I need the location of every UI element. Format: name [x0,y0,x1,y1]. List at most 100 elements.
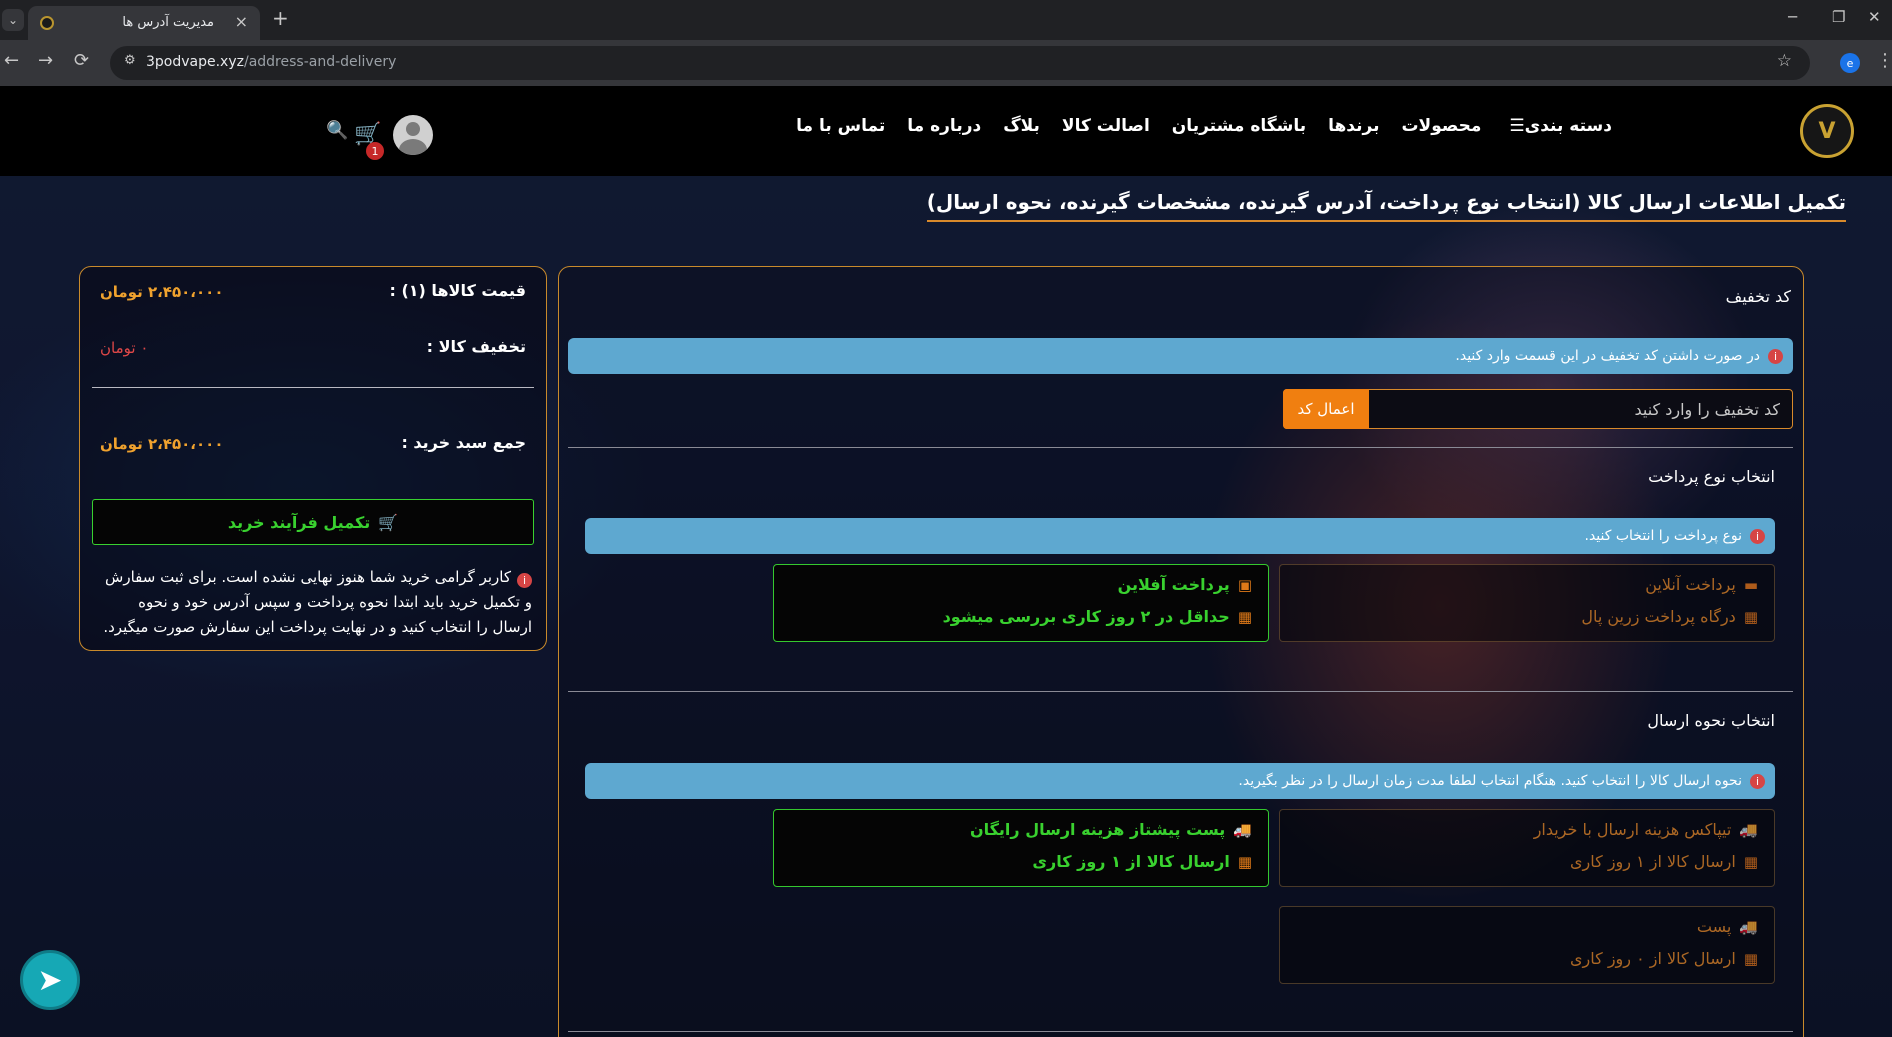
coupon-section-title: کد تخفیف [1725,287,1791,306]
browser-tab[interactable]: مدیریت آدرس ها × [28,6,260,40]
cart-icon: 🛒 [378,512,399,532]
option-subtitle: درگاه پرداخت زرین پال [1581,607,1736,626]
option-subtitle-line: ▦ درگاه پرداخت زرین پال [1581,607,1758,626]
info-icon: i [1750,528,1765,544]
shipping-alert: i نحوه ارسال کالا را انتخاب کنید. هنگام … [585,763,1775,799]
coupon-alert: i در صورت داشتن کد تخفیف در این قسمت وار… [568,338,1793,374]
extension-icon[interactable]: e [1840,53,1860,73]
shipping-option-express-post[interactable]: 🚚 پست پیشتاز هزینه ارسال رایگان ▦ ارسال … [773,809,1269,887]
truck-icon: 🚚 [1233,820,1252,839]
tab-title: مدیریت آدرس ها [122,15,214,30]
nav-item-about[interactable]: درباره ما [907,116,981,136]
url-path: /address-and-delivery [243,54,397,70]
payment-option-online[interactable]: ▬ پرداخت آنلاین ▦ درگاه پرداخت زرین پال [1279,564,1775,642]
calendar-icon: ▦ [1743,949,1758,968]
option-title: تیپاکس هزینه ارسال با خریدار [1533,820,1732,839]
truck-icon: 🚚 [1739,917,1758,936]
summary-divider [92,387,534,388]
back-button[interactable]: ← [4,50,19,71]
shipping-section-title: انتخاب نحوه ارسال [1647,711,1775,730]
option-subtitle-line: ▦ حداقل در ۲ روز کاری بررسی میشود [943,607,1252,626]
nav-item-categories[interactable]: ☰دسته بندی [1503,116,1612,136]
browser-tab-bar: ⌄ مدیریت آدرس ها × + ─ ❐ ✕ [0,0,1892,40]
option-subtitle-line: ▦ ارسال کالا از ۱ روز کاری [1570,852,1758,871]
calendar-icon: ▦ [1237,607,1252,626]
apply-coupon-button[interactable]: اعمال کد [1283,389,1369,429]
checkout-form-panel: کد تخفیف i در صورت داشتن کد تخفیف در این… [558,266,1804,1037]
order-summary-panel: قیمت کالاها (۱) : ۲،۴۵۰،۰۰۰ تومان تخفیف … [79,266,547,651]
purchase-notice: iکاربر گرامی خرید شما هنوز نهایی نشده اس… [94,565,532,640]
coupon-field-group: اعمال کد [1283,389,1793,429]
option-title: پست پیشتاز هزینه ارسال رایگان [969,820,1226,839]
option-title: پرداخت آفلاین [1117,575,1230,594]
option-subtitle: ارسال کالا از ۱ روز کاری [1032,852,1230,871]
discount-label: تخفیف کالا : [426,337,526,356]
payment-alert-text: نوع پرداخت را انتخاب کنید. [1584,528,1743,544]
option-subtitle: حداقل در ۲ روز کاری بررسی میشود [942,607,1230,626]
coupon-input[interactable] [1366,390,1792,428]
option-title: پست [1696,917,1732,936]
user-avatar[interactable] [393,115,433,155]
page-title: تکمیل اطلاعات ارسال کالا (انتخاب نوع پرد… [926,190,1846,222]
minimize-button[interactable]: ─ [1788,8,1797,26]
calendar-icon: ▦ [1743,852,1758,871]
url-domain: 3podvape.xyz [146,54,244,70]
close-window-button[interactable]: ✕ [1868,8,1881,26]
calendar-icon: ▦ [1237,852,1252,871]
site-header: V ☰دسته بندی محصولات برندها باشگاه مشتری… [0,86,1892,176]
search-icon[interactable]: 🔍 [326,120,348,141]
nav-item-authenticity[interactable]: اصالت کالا [1062,116,1150,136]
cart-total-label: جمع سبد خرید : [401,433,526,452]
tab-close-icon[interactable]: × [235,12,248,31]
option-title: پرداخت آنلاین [1645,575,1736,594]
nav-item-brands[interactable]: برندها [1328,116,1379,136]
option-title-line: ▣ پرداخت آفلاین [1118,575,1252,594]
option-title-line: 🚚 پست [1697,917,1758,936]
browser-menu-icon[interactable]: ⋮ [1876,50,1892,71]
shipping-option-tipax[interactable]: 🚚 تیپاکس هزینه ارسال با خریدار ▦ ارسال ک… [1279,809,1775,887]
cart-total-value: ۲،۴۵۰،۰۰۰ تومان [100,435,224,453]
option-title-line: 🚚 پست پیشتاز هزینه ارسال رایگان [970,820,1252,839]
section-divider [568,691,1793,692]
items-price-row: قیمت کالاها (۱) : ۲،۴۵۰،۰۰۰ تومان [100,281,526,305]
bars-icon: ☰ [1509,116,1525,136]
option-subtitle: ارسال کالا از ۱ روز کاری [1570,852,1736,871]
restore-button[interactable]: ❐ [1832,8,1845,26]
option-title-line: 🚚 تیپاکس هزینه ارسال با خریدار [1534,820,1758,839]
site-favicon-icon [40,16,54,30]
section-divider [568,1031,1793,1032]
site-logo[interactable]: V [1800,104,1854,158]
info-icon: i [517,573,532,588]
address-bar[interactable]: ⚙ 3podvape.xyz/address-and-delivery ☆ [110,46,1810,80]
credit-card-icon: ▬ [1743,575,1758,594]
section-divider [568,447,1793,448]
shipping-option-post[interactable]: 🚚 پست ▦ ارسال کالا از ۰ روز کاری [1279,906,1775,984]
purchase-notice-text: کاربر گرامی خرید شما هنوز نهایی نشده است… [103,568,532,636]
cart-total-row: جمع سبد خرید : ۲،۴۵۰،۰۰۰ تومان [100,433,526,457]
telegram-chat-button[interactable]: ➤ [20,950,80,1010]
site-info-icon[interactable]: ⚙ [124,53,136,68]
payment-option-offline[interactable]: ▣ پرداخت آفلاین ▦ حداقل در ۲ روز کاری بر… [773,564,1269,642]
browser-toolbar: ← → ⟳ ⚙ 3podvape.xyz/address-and-deliver… [0,40,1892,86]
tab-list-button[interactable]: ⌄ [2,9,24,31]
new-tab-button[interactable]: + [272,6,289,30]
items-price-value: ۲،۴۵۰،۰۰۰ تومان [100,283,224,301]
avatar-body [399,139,427,155]
checkout-label: تکمیل فرآیند خرید [227,512,371,532]
nav-item-products[interactable]: محصولات [1401,116,1481,136]
page-content: V ☰دسته بندی محصولات برندها باشگاه مشتری… [0,86,1892,1037]
payment-alert: i نوع پرداخت را انتخاب کنید. [585,518,1775,554]
reload-button[interactable]: ⟳ [74,50,89,71]
main-nav: ☰دسته بندی محصولات برندها باشگاه مشتریان… [796,116,1612,136]
coupon-alert-text: در صورت داشتن کد تخفیف در این قسمت وارد … [1455,348,1760,364]
option-subtitle-line: ▦ ارسال کالا از ۰ روز کاری [1570,949,1758,968]
option-subtitle: ارسال کالا از ۰ روز کاری [1570,949,1736,968]
calendar-icon: ▦ [1743,607,1758,626]
nav-item-contact[interactable]: تماس با ما [796,116,885,136]
bookmark-star-icon[interactable]: ☆ [1777,51,1792,71]
forward-button[interactable]: → [38,50,53,71]
nav-item-customer-club[interactable]: باشگاه مشتریان [1172,116,1306,136]
nav-item-label: دسته بندی [1524,116,1612,136]
nav-item-blog[interactable]: بلاگ [1003,116,1040,136]
complete-purchase-button[interactable]: 🛒 تکمیل فرآیند خرید [92,499,534,545]
